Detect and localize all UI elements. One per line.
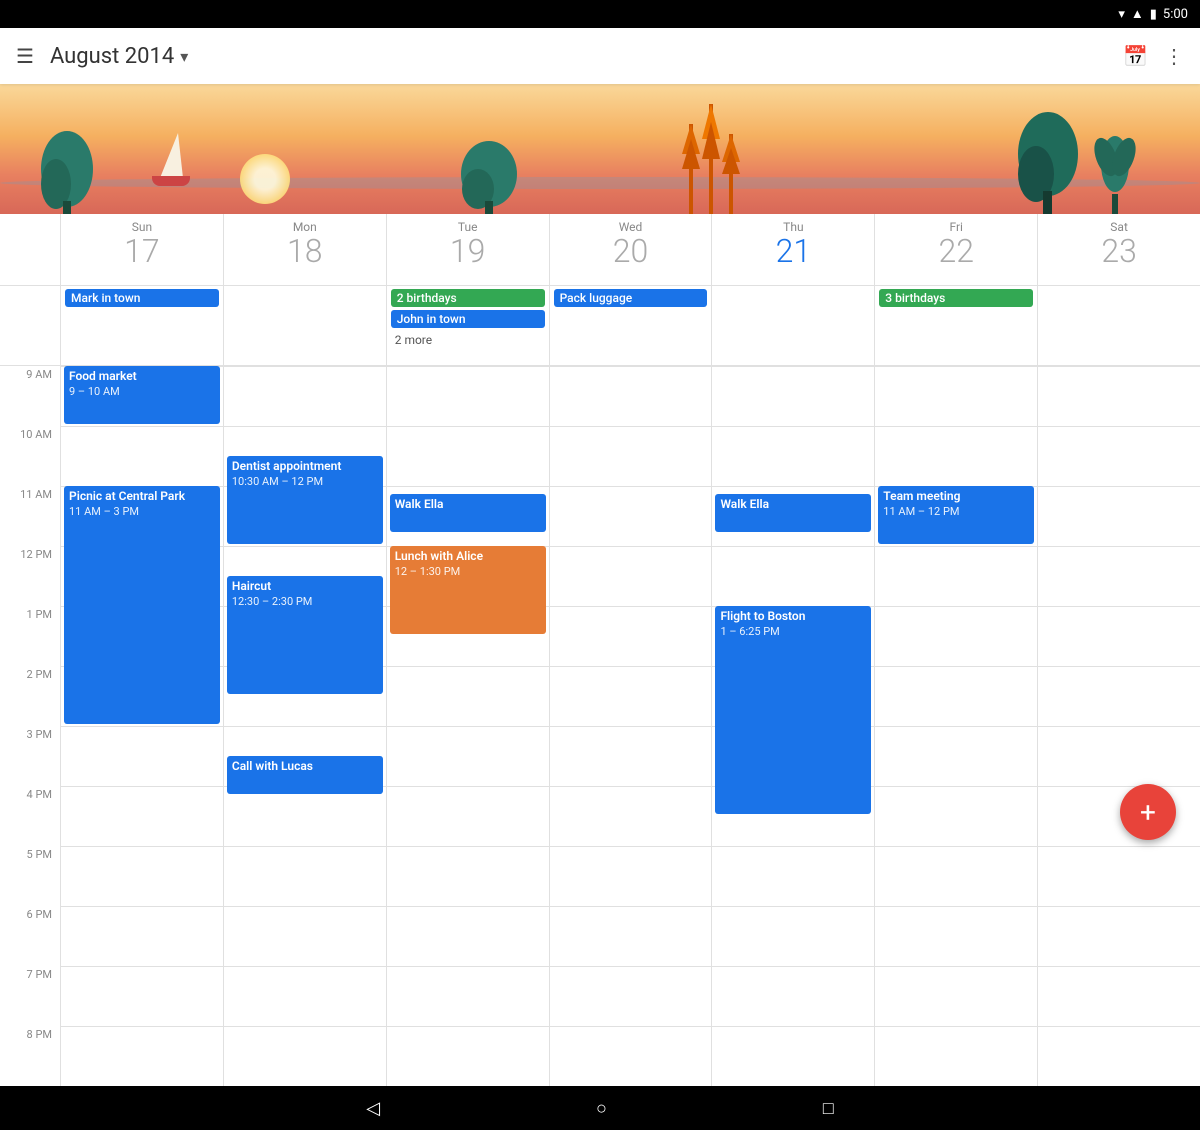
day-col-sun: Food market 9 – 10 AM Picnic at Central … xyxy=(60,366,223,1086)
top-bar: ☰ August 2014 ▾ 📅 ⋮ xyxy=(0,28,1200,84)
dropdown-arrow-icon: ▾ xyxy=(180,47,188,66)
day-headers-row: Sun 17 Mon 18 Tue 19 Wed 20 Thu 21 Fri 2… xyxy=(0,214,1200,286)
calendar-icon[interactable]: 📅 xyxy=(1123,44,1148,68)
day-col-tue: Walk Ella Lunch with Alice 12 – 1:30 PM xyxy=(386,366,549,1086)
month-title[interactable]: August 2014 ▾ xyxy=(50,44,188,69)
status-bar: ▾ ▲ ▮ 5:00 xyxy=(0,0,1200,28)
boat-illustration xyxy=(160,133,190,186)
more-options-icon[interactable]: ⋮ xyxy=(1164,44,1184,68)
day-header-sun: Sun 17 xyxy=(60,214,223,285)
event-3-birthdays[interactable]: 3 birthdays xyxy=(879,289,1033,307)
day-header-fri: Fri 22 xyxy=(874,214,1037,285)
allday-cell-mon xyxy=(223,286,386,365)
day-col-sat xyxy=(1037,366,1200,1086)
day-col-wed xyxy=(549,366,712,1086)
time-grid-wrapper[interactable]: 9 AM 10 AM 11 AM 12 PM 1 PM 2 PM 3 PM 4 … xyxy=(0,366,1200,1086)
event-pack-luggage[interactable]: Pack luggage xyxy=(554,289,708,307)
recent-apps-button[interactable]: □ xyxy=(815,1090,842,1127)
event-flight-boston[interactable]: Flight to Boston 1 – 6:25 PM xyxy=(715,606,871,814)
tree-orange3-icon xyxy=(722,134,740,214)
banner-illustration xyxy=(0,84,1200,214)
allday-cell-tue: 2 birthdays John in town 2 more xyxy=(386,286,549,365)
tree-right1-icon xyxy=(1014,109,1082,214)
clock: 5:00 xyxy=(1163,7,1188,22)
tree-center-icon xyxy=(458,139,520,214)
event-walk-ella-thu[interactable]: Walk Ella xyxy=(715,494,871,532)
day-header-mon: Mon 18 xyxy=(223,214,386,285)
calendar-grid: Sun 17 Mon 18 Tue 19 Wed 20 Thu 21 Fri 2… xyxy=(0,214,1200,1086)
day-header-wed: Wed 20 xyxy=(549,214,712,285)
battery-icon: ▮ xyxy=(1150,7,1157,22)
back-button[interactable]: ◁ xyxy=(358,1090,388,1127)
event-lunch-alice[interactable]: Lunch with Alice 12 – 1:30 PM xyxy=(390,546,546,634)
event-haircut[interactable]: Haircut 12:30 – 2:30 PM xyxy=(227,576,383,694)
event-mark-in-town[interactable]: Mark in town xyxy=(65,289,219,307)
day-header-sat: Sat 23 xyxy=(1037,214,1200,285)
allday-cell-fri: 3 birthdays xyxy=(874,286,1037,365)
event-dentist[interactable]: Dentist appointment 10:30 AM – 12 PM xyxy=(227,456,383,544)
tree-orange2-icon xyxy=(702,104,720,214)
allday-cell-thu xyxy=(711,286,874,365)
event-call-lucas[interactable]: Call with Lucas xyxy=(227,756,383,794)
day-col-mon: Dentist appointment 10:30 AM – 12 PM Hai… xyxy=(223,366,386,1086)
signal-icon: ▲ xyxy=(1131,6,1144,22)
event-john-in-town[interactable]: John in town xyxy=(391,310,545,328)
day-col-fri: Team meeting 11 AM – 12 PM xyxy=(874,366,1037,1086)
days-grid: Food market 9 – 10 AM Picnic at Central … xyxy=(60,366,1200,1086)
home-button[interactable]: ○ xyxy=(588,1090,615,1127)
allday-cell-sat xyxy=(1037,286,1200,365)
day-col-thu: Walk Ella Flight to Boston 1 – 6:25 PM xyxy=(711,366,874,1086)
day-header-tue: Tue 19 xyxy=(386,214,549,285)
event-food-market[interactable]: Food market 9 – 10 AM xyxy=(64,366,220,424)
bottom-navigation: ◁ ○ □ xyxy=(0,1086,1200,1130)
event-team-meeting[interactable]: Team meeting 11 AM – 12 PM xyxy=(878,486,1034,544)
event-2-birthdays[interactable]: 2 birthdays xyxy=(391,289,545,307)
allday-events-row: Mark in town 2 birthdays John in town 2 … xyxy=(0,286,1200,366)
tree-orange1-icon xyxy=(682,124,700,214)
more-events-link-tue[interactable]: 2 more xyxy=(391,333,545,347)
time-labels-column: 9 AM 10 AM 11 AM 12 PM 1 PM 2 PM 3 PM 4 … xyxy=(0,366,60,1086)
day-header-thu: Thu 21 xyxy=(711,214,874,285)
event-walk-ella-tue[interactable]: Walk Ella xyxy=(390,494,546,532)
allday-cell-sun: Mark in town xyxy=(60,286,223,365)
allday-cell-wed: Pack luggage xyxy=(549,286,712,365)
add-event-fab[interactable]: + xyxy=(1120,784,1176,840)
menu-icon[interactable]: ☰ xyxy=(16,44,34,68)
tree-right2-icon xyxy=(1090,129,1140,214)
time-grid: 9 AM 10 AM 11 AM 12 PM 1 PM 2 PM 3 PM 4 … xyxy=(0,366,1200,1086)
event-picnic[interactable]: Picnic at Central Park 11 AM – 3 PM xyxy=(64,486,220,724)
wifi-icon: ▾ xyxy=(1118,7,1125,22)
tree-left-icon xyxy=(38,129,96,214)
